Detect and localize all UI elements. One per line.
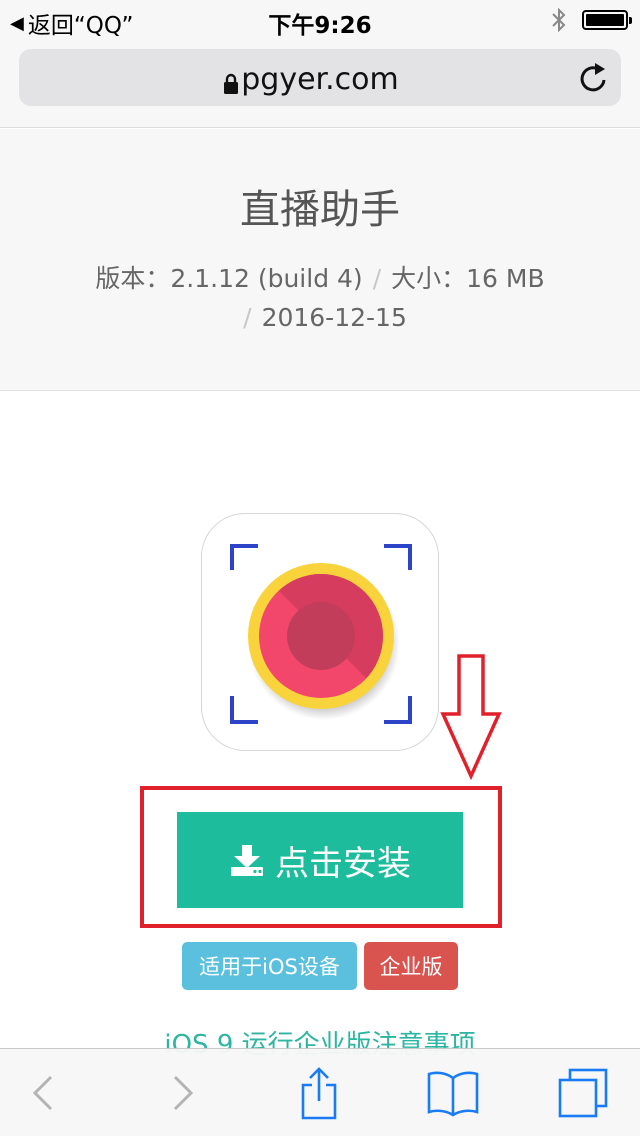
install-button-label: 点击安装 xyxy=(275,843,411,884)
status-bar: ◀ 返回“QQ” 下午9:26 xyxy=(0,0,640,40)
download-icon xyxy=(231,845,263,876)
size-value: 16 MB xyxy=(466,264,545,293)
forward-chevron-icon[interactable] xyxy=(153,1063,213,1123)
back-chevron-icon[interactable] xyxy=(13,1063,73,1123)
back-triangle-icon: ◀ xyxy=(10,12,24,34)
ios-device-tag: 适用于iOS设备 xyxy=(182,942,357,990)
bookmarks-icon[interactable] xyxy=(421,1063,485,1123)
enterprise-tag: 企业版 xyxy=(364,942,458,990)
meta-separator: / xyxy=(372,264,382,293)
back-to-app-link[interactable]: ◀ 返回“QQ” xyxy=(10,6,133,40)
app-meta-line-2: / 2016-12-15 xyxy=(0,303,640,332)
meta-separator: / xyxy=(243,303,252,332)
page-title: 直播助手 xyxy=(240,187,400,233)
tabs-icon[interactable] xyxy=(553,1063,613,1123)
browser-chrome: pgyer.com xyxy=(0,40,640,128)
app-icon xyxy=(201,513,439,751)
release-date: 2016-12-15 xyxy=(261,303,407,332)
address-bar[interactable]: pgyer.com xyxy=(19,49,621,106)
reload-icon[interactable] xyxy=(579,62,609,94)
browser-toolbar xyxy=(0,1048,640,1136)
url-text: pgyer.com xyxy=(241,62,399,97)
app-meta-line-1: 版本：2.1.12 (build 4) / 大小：16 MB xyxy=(0,259,640,295)
back-to-app-label: 返回“QQ” xyxy=(27,13,134,39)
app-info-header: 直播助手 版本：2.1.12 (build 4) / 大小：16 MB / 2016-… xyxy=(0,129,640,391)
camera-record-icon xyxy=(230,544,412,724)
size-label: 大小： xyxy=(391,264,467,293)
install-button[interactable]: 点击安装 xyxy=(177,812,463,908)
annotation-arrow xyxy=(440,654,502,780)
share-icon[interactable] xyxy=(289,1063,349,1123)
battery-icon xyxy=(582,10,632,30)
bluetooth-icon xyxy=(552,7,566,33)
version-label: 版本： xyxy=(95,264,171,293)
version-value: 2.1.12 (build 4) xyxy=(170,264,363,293)
